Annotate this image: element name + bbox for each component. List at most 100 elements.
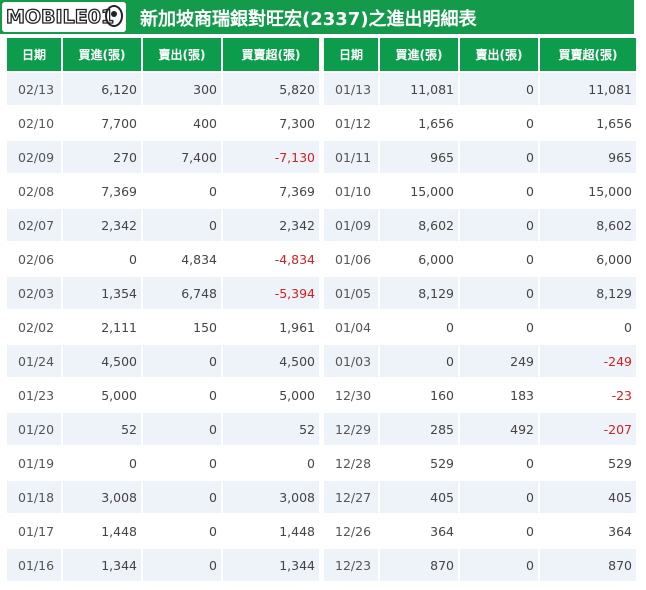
col-header-sell: 賣出(張): [143, 38, 223, 71]
cell-buy: 364: [380, 513, 460, 547]
cell-sell: 0: [460, 445, 540, 479]
cell-sell: 300: [143, 71, 223, 105]
cell-net: 8,129: [540, 275, 636, 309]
header-row: 日期 買進(張) 賣出(張) 買賣超(張): [7, 38, 319, 71]
header-row: 日期 買進(張) 賣出(張) 買賣超(張): [324, 38, 636, 71]
cell-sell: 183: [460, 377, 540, 411]
cell-buy: 52: [63, 411, 143, 445]
cell-date: 12/27: [324, 479, 380, 513]
cell-date: 01/23: [7, 377, 63, 411]
cell-buy: 15,000: [380, 173, 460, 207]
cell-net: 15,000: [540, 173, 636, 207]
col-header-date: 日期: [324, 38, 380, 71]
cell-date: 02/06: [7, 241, 63, 275]
cell-sell: 0: [143, 479, 223, 513]
cell-buy: 285: [380, 411, 460, 445]
col-header-net: 買賣超(張): [540, 38, 636, 71]
cell-date: 01/09: [324, 207, 380, 241]
table-row: 01/23 5,000 0 5,000: [7, 377, 319, 411]
cell-net: 6,000: [540, 241, 636, 275]
mobile01-logo[interactable]: MOBILE01: [2, 2, 126, 32]
cell-buy: 4,500: [63, 343, 143, 377]
cell-net: 7,369: [223, 173, 319, 207]
cell-buy: 5,000: [63, 377, 143, 411]
cell-buy: 1,448: [63, 513, 143, 547]
cell-buy: 1,656: [380, 105, 460, 139]
cell-date: 01/03: [324, 343, 380, 377]
cell-date: 01/05: [324, 275, 380, 309]
cell-sell: 0: [460, 309, 540, 343]
cell-net: 364: [540, 513, 636, 547]
title-bar: MOBILE01 新加坡商瑞銀對旺宏(2337)之進出明細表: [0, 0, 634, 34]
table-row: 12/30 160 183 -23: [324, 377, 636, 411]
cell-buy: 2,111: [63, 309, 143, 343]
table-row: 02/07 2,342 0 2,342: [7, 207, 319, 241]
table-row: 01/05 8,129 0 8,129: [324, 275, 636, 309]
cell-sell: 0: [143, 547, 223, 581]
trade-table-right: 日期 買進(張) 賣出(張) 買賣超(張) 01/13 11,081 0 11,081…: [324, 38, 636, 581]
table-row: 01/19 0 0 0: [7, 445, 319, 479]
cell-sell: 0: [143, 513, 223, 547]
cell-sell: 492: [460, 411, 540, 445]
cell-net: 0: [540, 309, 636, 343]
cell-net: 5,820: [223, 71, 319, 105]
logo-mark-icon: [105, 5, 123, 27]
table-row: 02/10 7,700 400 7,300: [7, 105, 319, 139]
cell-net: 4,500: [223, 343, 319, 377]
table-row: 02/13 6,120 300 5,820: [7, 71, 319, 105]
logo-text: MOBILE01: [5, 5, 115, 28]
page-title: 新加坡商瑞銀對旺宏(2337)之進出明細表: [140, 9, 477, 30]
cell-buy: 0: [380, 343, 460, 377]
cell-sell: 0: [143, 173, 223, 207]
cell-net: -4,834: [223, 241, 319, 275]
cell-net: -7,130: [223, 139, 319, 173]
cell-sell: 0: [143, 445, 223, 479]
cell-sell: 0: [460, 241, 540, 275]
cell-sell: 0: [143, 207, 223, 241]
table-row: 12/29 285 492 -207: [324, 411, 636, 445]
col-header-date: 日期: [7, 38, 63, 71]
cell-buy: 8,129: [380, 275, 460, 309]
cell-net: 0: [223, 445, 319, 479]
cell-date: 02/13: [7, 71, 63, 105]
cell-date: 01/17: [7, 513, 63, 547]
cell-buy: 1,344: [63, 547, 143, 581]
cell-buy: 0: [380, 309, 460, 343]
table-row: 12/23 870 0 870: [324, 547, 636, 581]
cell-buy: 11,081: [380, 71, 460, 105]
table-row: 12/26 364 0 364: [324, 513, 636, 547]
cell-net: 7,300: [223, 105, 319, 139]
table-row: 02/03 1,354 6,748 -5,394: [7, 275, 319, 309]
cell-date: 02/08: [7, 173, 63, 207]
cell-buy: 3,008: [63, 479, 143, 513]
cell-date: 02/10: [7, 105, 63, 139]
table-row: 01/16 1,344 0 1,344: [7, 547, 319, 581]
table-row: 01/17 1,448 0 1,448: [7, 513, 319, 547]
cell-sell: 0: [460, 173, 540, 207]
cell-date: 12/28: [324, 445, 380, 479]
cell-sell: 0: [460, 105, 540, 139]
cell-sell: 0: [460, 207, 540, 241]
cell-net: -23: [540, 377, 636, 411]
cell-net: 405: [540, 479, 636, 513]
cell-sell: 400: [143, 105, 223, 139]
cell-date: 12/29: [324, 411, 380, 445]
table-row: 12/28 529 0 529: [324, 445, 636, 479]
cell-sell: 0: [460, 275, 540, 309]
cell-buy: 6,000: [380, 241, 460, 275]
cell-net: 1,448: [223, 513, 319, 547]
trade-table-left: 日期 買進(張) 賣出(張) 買賣超(張) 02/13 6,120 300 5,820…: [7, 38, 319, 581]
cell-net: 1,656: [540, 105, 636, 139]
cell-date: 01/18: [7, 479, 63, 513]
table-row: 01/18 3,008 0 3,008: [7, 479, 319, 513]
cell-sell: 150: [143, 309, 223, 343]
cell-net: 529: [540, 445, 636, 479]
cell-date: 01/24: [7, 343, 63, 377]
cell-sell: 0: [460, 513, 540, 547]
cell-date: 12/30: [324, 377, 380, 411]
table-row: 02/09 270 7,400 -7,130: [7, 139, 319, 173]
cell-net: 11,081: [540, 71, 636, 105]
cell-net: 8,602: [540, 207, 636, 241]
cell-sell: 4,834: [143, 241, 223, 275]
cell-buy: 1,354: [63, 275, 143, 309]
